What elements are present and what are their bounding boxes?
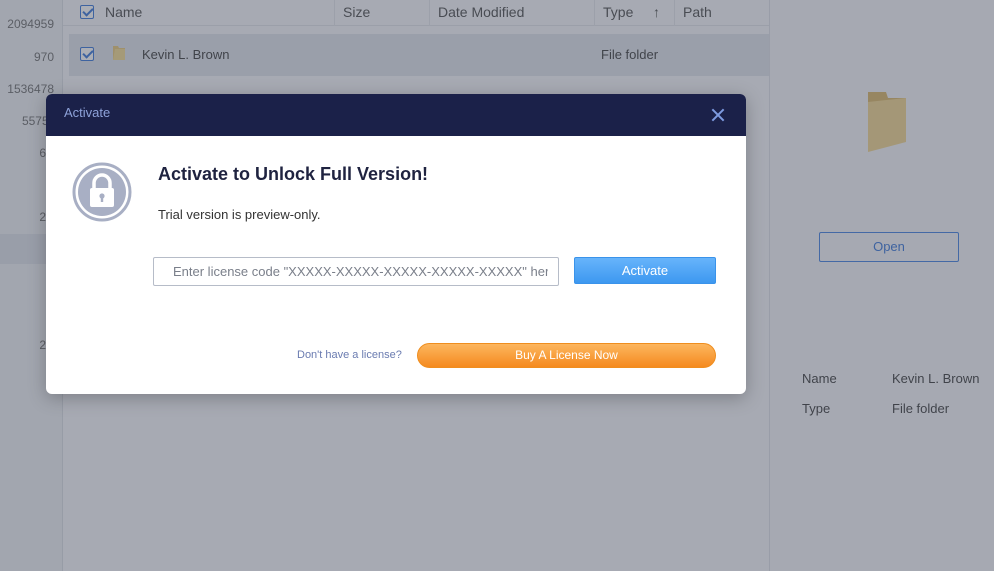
lock-icon	[72, 162, 132, 222]
dialog-title: Activate	[64, 105, 111, 120]
activate-button[interactable]: Activate	[574, 257, 716, 284]
dialog-subtext: Trial version is preview-only.	[158, 207, 321, 222]
dialog-header: Activate	[46, 94, 746, 136]
no-license-text: Don't have a license?	[297, 349, 402, 361]
dialog-heading: Activate to Unlock Full Version!	[158, 164, 429, 184]
close-icon[interactable]	[708, 105, 728, 125]
license-code-input[interactable]	[153, 257, 559, 286]
buy-license-button[interactable]: Buy A License Now	[417, 343, 716, 368]
activate-dialog: Activate Activate to Unlock Full Version…	[46, 94, 746, 394]
